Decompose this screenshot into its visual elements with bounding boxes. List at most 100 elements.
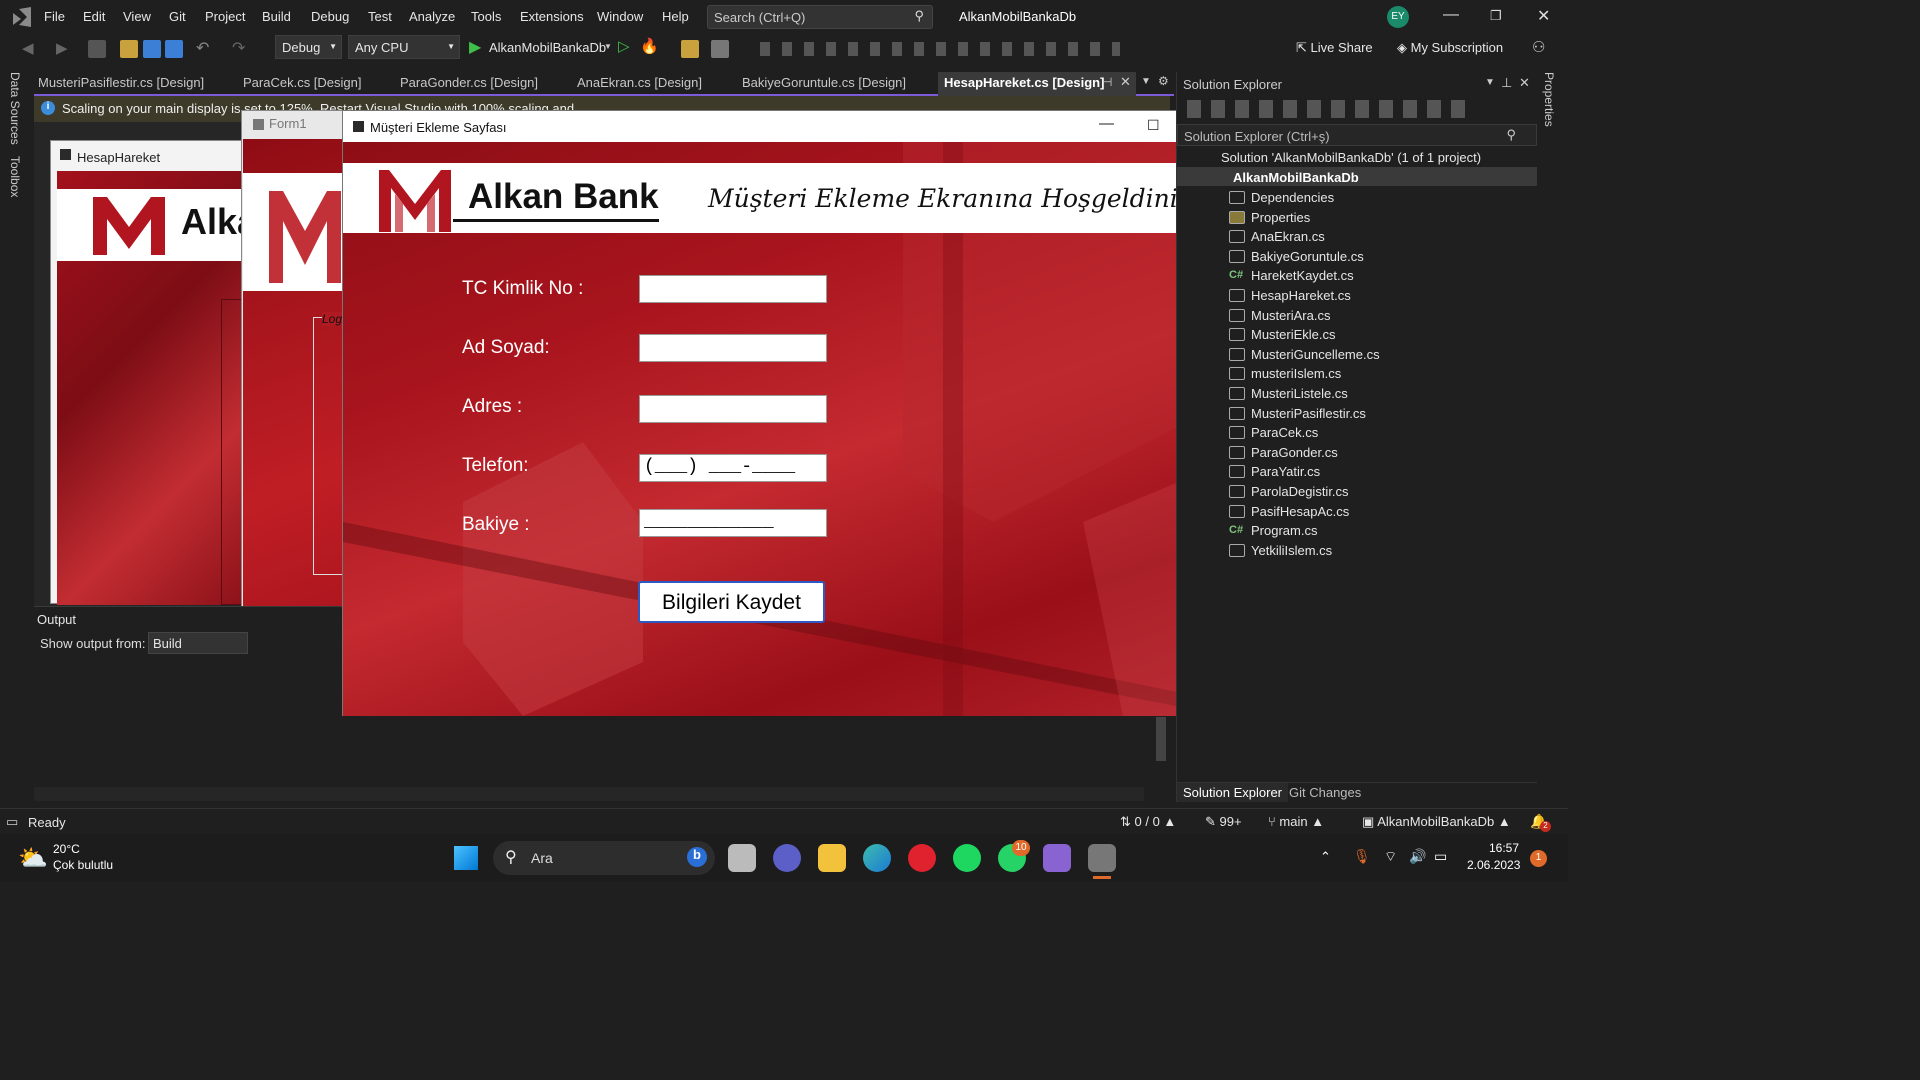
solution-explorer-toolbar[interactable] [1187,100,1467,118]
solution-item[interactable]: C# Program.cs [1177,521,1537,540]
solution-item[interactable]: AnaEkran.cs [1177,227,1537,246]
solution-item[interactable]: Properties [1177,208,1537,227]
save-button[interactable]: Bilgileri Kaydet [638,581,825,623]
bakiye-masked-input[interactable]: ____________ [639,509,827,537]
opera-icon[interactable] [908,844,936,872]
spotify-icon[interactable] [953,844,981,872]
solution-item[interactable]: HesapHareket.cs [1177,286,1537,305]
form-minimize-icon[interactable]: — [1099,115,1114,132]
tab-paragonder[interactable]: ParaGonder.cs [Design] [400,72,538,94]
solution-item[interactable]: MusteriEkle.cs [1177,325,1537,344]
properties-tab[interactable]: Properties [1542,72,1556,127]
config-select[interactable]: Debug ▼ [275,35,342,59]
menu-view[interactable]: View [123,9,151,24]
start-debug-icon[interactable]: ▶ [469,37,481,57]
menu-test[interactable]: Test [368,9,392,24]
user-avatar[interactable]: EY [1387,6,1409,28]
new-project-icon[interactable] [88,40,106,58]
solution-item[interactable]: MusteriGuncelleme.cs [1177,345,1537,364]
nav-forward-icon[interactable]: ▶ [56,39,68,57]
alignment-tools[interactable] [760,42,1120,56]
folder-icon[interactable] [681,40,699,58]
clock-date[interactable]: 2.06.2023 [1467,858,1520,872]
tab-anaekran[interactable]: AnaEkran.cs [Design] [577,72,702,94]
output-hscrollbar[interactable] [34,787,1144,801]
save-icon[interactable] [143,40,161,58]
menu-build[interactable]: Build [262,9,291,24]
solution-item[interactable]: MusteriPasiflestir.cs [1177,404,1537,423]
panel-menu-icon[interactable]: ▼ [1485,77,1495,88]
menu-file[interactable]: File [44,9,65,24]
menu-edit[interactable]: Edit [83,9,105,24]
tray-chevron-icon[interactable]: ⌃ [1320,849,1331,865]
adres-input[interactable] [639,395,827,423]
menu-extensions[interactable]: Extensions [520,9,584,24]
edge-icon[interactable] [863,844,891,872]
tab-overflow-icon[interactable]: ▼ [1141,76,1151,87]
toolbox-tab[interactable]: Toolbox [8,156,22,197]
undo-icon[interactable]: ↶ [196,38,209,58]
solution-item[interactable]: ParolaDegistir.cs [1177,482,1537,501]
open-folder-icon[interactable] [120,40,138,58]
tab-close-icon[interactable]: ✕ [1120,74,1131,90]
weather-icon[interactable]: ⛅ [18,844,48,873]
search-input[interactable]: Search (Ctrl+Q) ⚲ [707,5,933,29]
ad-soyad-input[interactable] [639,334,827,362]
menu-analyze[interactable]: Analyze [409,9,455,24]
solution-item[interactable]: Dependencies [1177,188,1537,207]
restore-icon[interactable]: ❐ [1490,8,1502,24]
start-icon[interactable] [454,846,478,870]
live-share-button[interactable]: ⇱ Live Share [1296,40,1373,56]
solution-item[interactable]: MusteriListele.cs [1177,384,1537,403]
run-target[interactable]: AlkanMobilBankaDb [489,40,606,55]
tab-git-changes[interactable]: Git Changes [1289,785,1361,800]
wifi-icon[interactable]: ⌔ [1384,848,1397,866]
menu-debug[interactable]: Debug [311,9,349,24]
menu-help[interactable]: Help [662,9,689,24]
layout-icon[interactable] [711,40,729,58]
task-view-icon[interactable] [728,844,756,872]
winforms-app-icon[interactable] [1088,844,1116,872]
solution-item[interactable]: ParaGonder.cs [1177,443,1537,462]
tab-paracek[interactable]: ParaCek.cs [Design] [243,72,362,94]
solution-item[interactable]: BakiyeGoruntule.cs [1177,247,1537,266]
save-all-icon[interactable] [165,40,183,58]
panel-close-icon[interactable]: ✕ [1519,75,1530,91]
telefon-masked-input[interactable]: (___) ___-____ [639,454,827,482]
pin-icon[interactable]: ⊣ [1102,75,1112,89]
tc-input[interactable] [639,275,827,303]
menu-git[interactable]: Git [169,9,186,24]
redo-icon[interactable]: ↷ [232,38,245,58]
solution-item[interactable]: C# HareketKaydet.cs [1177,266,1537,285]
form-maximize-icon[interactable]: ☐ [1147,117,1160,134]
settings-gear-icon[interactable]: ⚙ [1158,74,1169,88]
subscription-button[interactable]: ◈ My Subscription [1397,40,1503,56]
musteri-ekle-window[interactable]: Müşteri Ekleme Sayfası — ☐ ✕ Alkan Bank … [342,110,1227,716]
file-explorer-icon[interactable] [818,844,846,872]
taskbar-search[interactable]: ⚲ Ara b [493,841,715,875]
nav-back-icon[interactable]: ◀ [22,39,34,57]
menu-tools[interactable]: Tools [471,9,501,24]
solution-search-input[interactable]: Solution Explorer (Ctrl+ş) ⚲ [1177,124,1537,146]
visual-studio-icon[interactable] [1043,844,1071,872]
battery-icon[interactable]: ▭ [1434,848,1447,865]
solution-item[interactable]: musteriIslem.cs [1177,364,1537,383]
platform-select[interactable]: Any CPU ▼ [348,35,460,59]
solution-item[interactable]: YetkiliIslem.cs [1177,541,1537,560]
notification-center-badge[interactable]: 1 [1530,850,1547,867]
status-repo[interactable]: ▣ AlkanMobilBankaDb ▲ [1362,814,1511,830]
close-icon[interactable]: ✕ [1537,6,1550,26]
solution-item[interactable]: ParaYatir.cs [1177,462,1537,481]
status-branch[interactable]: ⑂ main ▲ [1268,814,1324,829]
panel-pin-icon[interactable]: ⊥ [1501,75,1512,91]
data-sources-tab[interactable]: Data Sources [8,72,22,145]
solution-item[interactable]: ParaCek.cs [1177,423,1537,442]
solution-node[interactable]: Solution 'AlkanMobilBankaDb' (1 of 1 pro… [1221,150,1481,165]
tab-solution-explorer[interactable]: Solution Explorer [1177,783,1288,802]
menu-window[interactable]: Window [597,9,643,24]
bing-icon[interactable]: b [687,847,707,867]
start-without-debug-icon[interactable]: ▷ [618,37,630,55]
chevron-down-icon[interactable]: ▼ [604,42,612,51]
clock-time[interactable]: 16:57 [1489,841,1519,855]
solution-item[interactable]: MusteriAra.cs [1177,306,1537,325]
